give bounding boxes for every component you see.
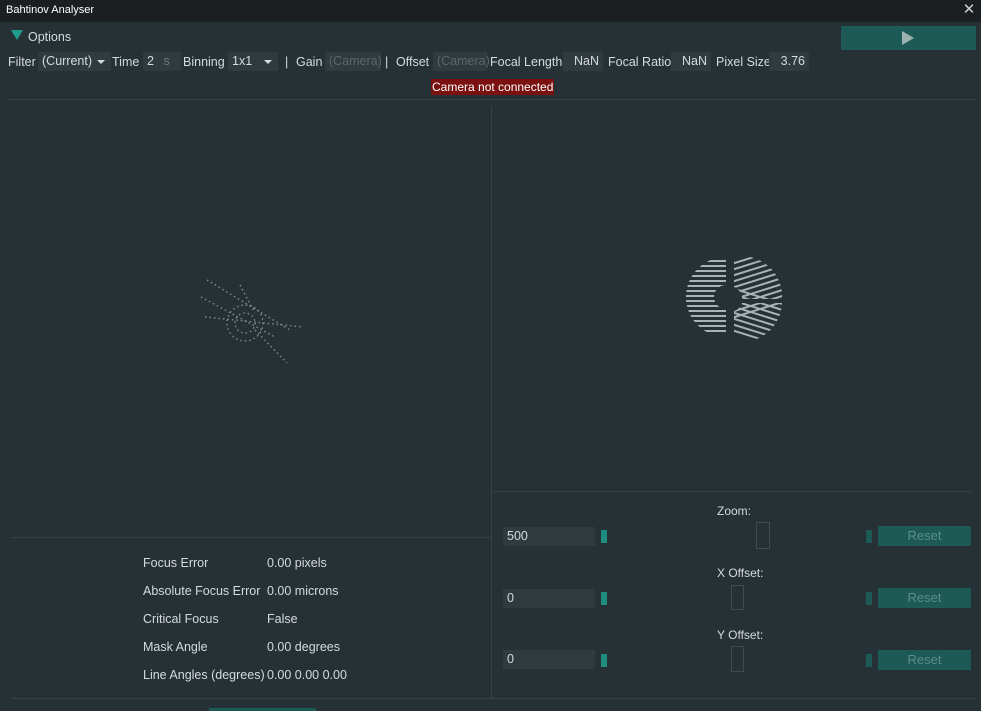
filter-label: Filter bbox=[8, 55, 36, 69]
time-unit: s bbox=[163, 54, 170, 68]
time-input[interactable]: 2 s bbox=[143, 52, 181, 71]
absolute-focus-error-label: Absolute Focus Error bbox=[143, 584, 261, 598]
time-value: 2 bbox=[147, 54, 154, 68]
focal-ratio-label: Focal Ratio bbox=[608, 55, 672, 69]
offset-input[interactable]: (Camera) bbox=[433, 52, 490, 71]
pixel-size-input[interactable]: 3.76 bbox=[769, 52, 809, 71]
zoom-slider-end[interactable] bbox=[866, 530, 872, 543]
binning-select[interactable]: 1x1 bbox=[228, 52, 278, 71]
chevron-down-icon bbox=[97, 60, 105, 64]
window-title: Bahtinov Analyser bbox=[6, 4, 95, 16]
line-angles-label: Line Angles (degrees) bbox=[143, 668, 265, 682]
results-divider bbox=[12, 537, 491, 538]
gain-label: Gain bbox=[296, 55, 323, 69]
y-offset-slider-handle[interactable] bbox=[601, 654, 607, 667]
gain-input[interactable]: (Camera) bbox=[325, 52, 382, 71]
critical-focus-value: False bbox=[267, 612, 298, 626]
x-offset-input[interactable]: 0 bbox=[503, 589, 595, 608]
separator: | bbox=[285, 55, 289, 69]
zoom-input[interactable]: 500 bbox=[503, 527, 595, 546]
line-angles-value: 0.00 0.00 0.00 bbox=[267, 668, 347, 682]
offset-label: Offset bbox=[396, 55, 430, 69]
x-offset-reset-button[interactable]: Reset bbox=[878, 588, 971, 608]
zoom-reset-button[interactable]: Reset bbox=[878, 526, 971, 546]
panel-divider bbox=[491, 106, 492, 698]
triangle-down-icon bbox=[11, 30, 23, 40]
options-label: Options bbox=[28, 30, 72, 44]
y-offset-label: Y Offset: bbox=[717, 628, 764, 642]
play-icon bbox=[902, 31, 914, 45]
chevron-down-icon bbox=[264, 60, 272, 64]
zoom-label: Zoom: bbox=[717, 504, 752, 518]
binning-label: Binning bbox=[183, 55, 225, 69]
zoom-knob[interactable] bbox=[756, 522, 770, 549]
filter-select[interactable]: (Current) bbox=[38, 52, 111, 71]
x-offset-slider-end[interactable] bbox=[866, 592, 872, 605]
x-offset-label: X Offset: bbox=[717, 566, 764, 580]
title-bar bbox=[0, 0, 981, 22]
focal-length-input[interactable]: NaN bbox=[563, 52, 603, 71]
status-badge: Camera not connected bbox=[431, 79, 555, 95]
filter-value: (Current) bbox=[42, 54, 93, 68]
focus-error-value: 0.00 pixels bbox=[267, 556, 327, 570]
y-offset-slider-end[interactable] bbox=[866, 654, 872, 667]
start-capture-button[interactable] bbox=[841, 26, 976, 50]
controls-divider bbox=[493, 491, 971, 492]
close-icon[interactable]: ✕ bbox=[961, 1, 977, 19]
focal-length-label: Focal Length bbox=[490, 55, 563, 69]
mask-angle-label: Mask Angle bbox=[143, 640, 208, 654]
y-offset-input[interactable]: 0 bbox=[503, 650, 595, 669]
absolute-focus-error-value: 0.00 microns bbox=[267, 584, 339, 598]
y-offset-reset-button[interactable]: Reset bbox=[878, 650, 971, 670]
bahtinov-mask-icon bbox=[686, 257, 783, 341]
x-offset-slider-handle[interactable] bbox=[601, 592, 607, 605]
toolbar-divider bbox=[8, 99, 976, 100]
pixel-size-label: Pixel Size bbox=[716, 55, 771, 69]
star-image-placeholder-icon bbox=[200, 279, 304, 364]
critical-focus-label: Critical Focus bbox=[143, 612, 219, 626]
y-offset-knob[interactable] bbox=[731, 646, 744, 672]
focus-error-label: Focus Error bbox=[143, 556, 209, 570]
separator: | bbox=[385, 55, 389, 69]
focal-ratio-input[interactable]: NaN bbox=[671, 52, 711, 71]
bottom-divider bbox=[12, 698, 976, 699]
binning-value: 1x1 bbox=[232, 54, 253, 68]
time-label: Time bbox=[112, 55, 140, 69]
x-offset-knob[interactable] bbox=[731, 585, 744, 610]
mask-angle-value: 0.00 degrees bbox=[267, 640, 340, 654]
zoom-slider-handle[interactable] bbox=[601, 530, 607, 543]
